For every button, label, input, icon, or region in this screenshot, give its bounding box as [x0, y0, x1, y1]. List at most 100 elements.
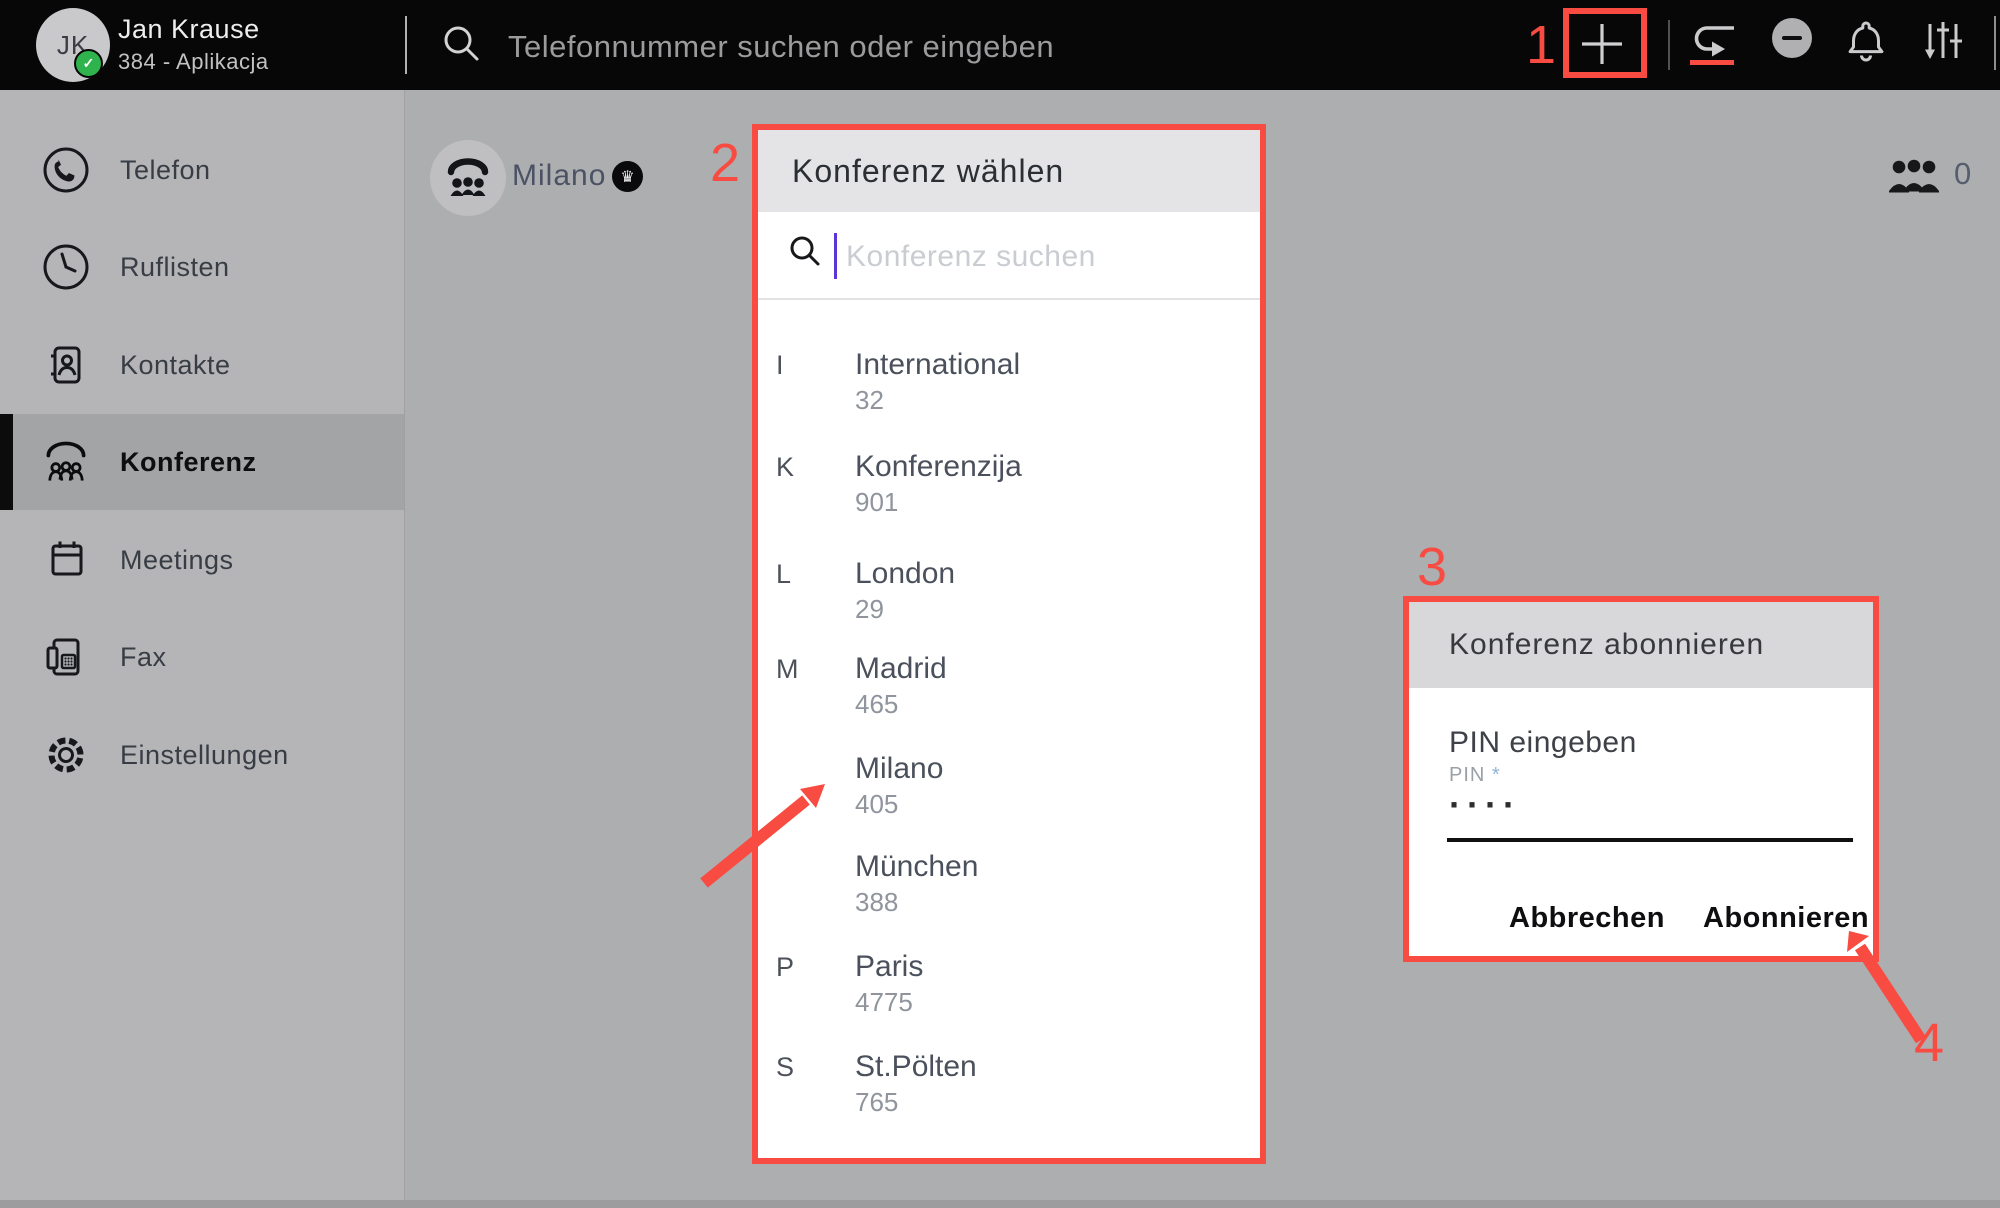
minus-icon: [1782, 36, 1802, 41]
list-item-international[interactable]: I International 32: [758, 348, 1260, 426]
conference-name: St.Pölten: [855, 1050, 977, 1084]
sidebar-item-ruflisten[interactable]: Ruflisten: [0, 219, 404, 315]
pin-heading: PIN eingeben: [1449, 726, 1637, 760]
conference-number: 4775: [855, 987, 913, 1018]
sidebar-item-telefon[interactable]: Telefon: [0, 122, 404, 218]
conference-number: 901: [855, 487, 898, 518]
call-forward-active-underline: [1690, 60, 1734, 65]
header-edge-divider: [1994, 16, 1996, 70]
app-window: JK ✓ Jan Krause 384 - Aplikacja: [0, 0, 2000, 1208]
sidebar-item-label: Fax: [120, 642, 167, 673]
cancel-button[interactable]: Abbrechen: [1509, 902, 1665, 935]
participants-icon: [1886, 154, 1942, 196]
dialog-titlebar: Konferenz wählen: [758, 130, 1260, 212]
conference-name: Madrid: [855, 652, 947, 686]
conference-number: 32: [855, 385, 884, 416]
group-letter: S: [776, 1052, 836, 1083]
conference-name: London: [855, 557, 955, 591]
fax-icon: [40, 631, 92, 683]
list-item-madrid[interactable]: M Madrid 465: [758, 652, 1260, 730]
group-letter: M: [776, 654, 836, 685]
pin-input-underline: [1447, 838, 1853, 842]
do-not-disturb-button[interactable]: [1772, 18, 1812, 58]
search-icon: [788, 234, 832, 278]
header-divider: [405, 16, 407, 74]
bell-icon: [1846, 16, 1886, 64]
contacts-icon: [40, 339, 92, 391]
text-caret: [834, 233, 837, 279]
subscribe-dialog: Konferenz abonnieren PIN eingeben PIN * …: [1409, 602, 1873, 956]
sidebar-item-konferenz[interactable]: Konferenz: [0, 414, 404, 510]
calendar-icon: [40, 534, 92, 586]
list-item-paris[interactable]: P Paris 4775: [758, 950, 1260, 1028]
user-extension: 384 - Aplikacja: [118, 49, 269, 75]
conference-number: 388: [855, 887, 898, 918]
check-icon: ✓: [83, 55, 95, 72]
sidebar-item-einstellungen[interactable]: Einstellungen: [0, 707, 404, 803]
conference-number: 29: [855, 594, 884, 625]
call-forward-icon: [1688, 20, 1740, 62]
annotation-box-subscribe-dialog: Konferenz abonnieren PIN eingeben PIN * …: [1403, 596, 1879, 962]
group-letter: I: [776, 350, 836, 381]
top-bar: JK ✓ Jan Krause 384 - Aplikacja: [0, 0, 2000, 90]
gear-icon: [40, 729, 92, 781]
dialog-title: Konferenz abonnieren: [1449, 602, 1764, 688]
list-item-konferenzija[interactable]: K Konferenzija 901: [758, 450, 1260, 528]
pin-input[interactable]: ····: [1449, 784, 1521, 826]
status-online-badge: ✓: [74, 49, 103, 78]
user-name: Jan Krause: [118, 14, 260, 45]
crown-icon: ♛: [620, 167, 634, 187]
list-item-london[interactable]: L London 29: [758, 557, 1260, 635]
conference-icon: [40, 436, 92, 488]
audio-settings-button[interactable]: [1922, 18, 1966, 67]
annotation-step-1: 1: [1526, 18, 1556, 72]
annotation-box-choose-dialog: Konferenz wählen I International 32 K: [752, 124, 1266, 1164]
equalizer-icon: [1922, 18, 1966, 64]
conference-number: 765: [855, 1087, 898, 1118]
phone-icon: [40, 144, 92, 196]
conference-name: Milano: [512, 159, 606, 193]
call-forward-button[interactable]: [1688, 20, 1740, 65]
sidebar-item-label: Ruflisten: [120, 252, 230, 283]
search-icon: [440, 22, 484, 66]
sidebar-item-label: Telefon: [120, 155, 211, 186]
choose-conference-dialog: Konferenz wählen I International 32 K: [758, 130, 1260, 1158]
annotation-arrow-subscribe: [1828, 915, 1940, 1047]
annotation-box-add-button: [1563, 8, 1647, 78]
sidebar-item-label: Konferenz: [120, 447, 257, 478]
sidebar-item-label: Meetings: [120, 545, 234, 576]
conference-number: 465: [855, 689, 898, 720]
conference-avatar: [430, 140, 506, 216]
clock-icon: [40, 241, 92, 293]
annotation-step-2: 2: [710, 136, 740, 190]
annotation-step-3: 3: [1417, 540, 1447, 594]
phone-search-input[interactable]: [506, 24, 1360, 70]
header-divider: [1668, 20, 1670, 70]
required-marker: *: [1492, 764, 1501, 786]
sidebar-item-fax[interactable]: Fax: [0, 609, 404, 705]
conference-search-row[interactable]: [758, 212, 1260, 300]
conference-group-icon: [444, 156, 492, 200]
sidebar-item-kontakte[interactable]: Kontakte: [0, 317, 404, 413]
participant-count: 0: [1954, 156, 1971, 192]
notifications-button[interactable]: [1846, 16, 1886, 67]
annotation-arrow-milano: [688, 762, 848, 892]
dialog-titlebar: Konferenz abonnieren: [1409, 602, 1873, 688]
sidebar-item-label: Einstellungen: [120, 740, 289, 771]
sidebar: Telefon Ruflisten Kontakte: [0, 90, 405, 1208]
conference-list: I International 32 K Konferenzija 901 L …: [758, 302, 1260, 1158]
conference-name: Milano: [855, 752, 943, 786]
conference-search-input[interactable]: [844, 234, 1238, 280]
group-letter: P: [776, 952, 836, 983]
conference-name: International: [855, 348, 1020, 382]
conference-name: München: [855, 850, 978, 884]
group-letter: K: [776, 452, 836, 483]
sidebar-item-meetings[interactable]: Meetings: [0, 512, 404, 608]
dialog-title: Konferenz wählen: [792, 130, 1064, 212]
owner-badge: ♛: [612, 161, 643, 192]
list-item-stpoelten[interactable]: S St.Pölten 765: [758, 1050, 1260, 1128]
sidebar-item-label: Kontakte: [120, 350, 231, 381]
conference-number: 405: [855, 789, 898, 820]
conference-name: Konferenzija: [855, 450, 1022, 484]
window-bottom-edge: [0, 1200, 2000, 1208]
